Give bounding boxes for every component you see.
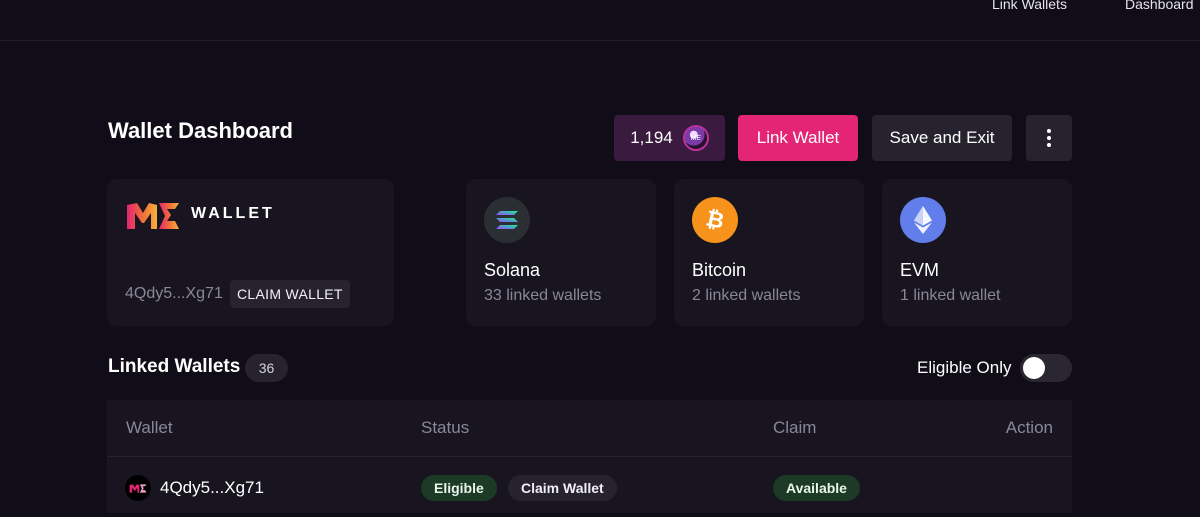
chain-card-bitcoin[interactable]: ₿ Bitcoin 2 linked wallets <box>674 179 864 326</box>
me-wallet-address: 4Qdy5...Xg71 <box>125 285 223 302</box>
me-wallet-wordmark: WALLET <box>191 205 275 222</box>
solana-icon <box>484 197 530 243</box>
chain-name: EVM <box>900 260 940 280</box>
magic-eden-wallet-icon <box>125 475 151 501</box>
svg-text:₿: ₿ <box>704 207 727 233</box>
column-header-claim[interactable]: Claim <box>773 418 816 438</box>
points-button[interactable]: 1,194 ME <box>614 115 725 161</box>
ethereum-icon <box>900 197 946 243</box>
page-title: Wallet Dashboard <box>108 118 293 143</box>
more-options-button[interactable] <box>1026 115 1072 161</box>
claim-wallet-tag[interactable]: Claim Wallet <box>508 475 617 501</box>
column-header-wallet[interactable]: Wallet <box>126 418 173 438</box>
linked-wallets-count-badge: 36 <box>245 354 288 382</box>
column-header-status[interactable]: Status <box>421 418 469 438</box>
eligible-only-label: Eligible Only <box>917 358 1012 377</box>
chain-count: 33 linked wallets <box>484 287 602 304</box>
table-row[interactable]: 4Qdy5...Xg71 Eligible Claim Wallet Avail… <box>107 457 1072 517</box>
link-wallet-button[interactable]: Link Wallet <box>738 115 858 161</box>
more-dot-icon <box>1047 143 1051 147</box>
chain-name: Bitcoin <box>692 260 747 280</box>
chain-count: 2 linked wallets <box>692 287 801 304</box>
points-value: 1,194 <box>630 128 673 147</box>
chain-name: Solana <box>484 260 541 280</box>
chain-card-solana[interactable]: Solana 33 linked wallets <box>466 179 656 326</box>
claim-badge-available: Available <box>773 475 860 501</box>
more-dot-icon <box>1047 136 1051 140</box>
nav-link-wallets[interactable]: Link Wallets <box>992 0 1067 12</box>
linked-wallets-title: Linked Wallets <box>108 356 241 377</box>
table-header: Wallet Status Claim Action <box>107 400 1072 457</box>
chain-card-evm[interactable]: EVM 1 linked wallet <box>882 179 1072 326</box>
save-and-exit-button[interactable]: Save and Exit <box>872 115 1012 161</box>
more-dot-icon <box>1047 129 1051 133</box>
row-wallet-address: 4Qdy5...Xg71 <box>160 478 264 497</box>
magic-eden-logo-icon <box>127 203 179 229</box>
claim-wallet-button[interactable]: CLAIM WALLET <box>230 280 350 308</box>
me-wallet-card: WALLET 4Qdy5...Xg71 CLAIM WALLET <box>107 179 394 326</box>
column-header-action[interactable]: Action <box>1006 418 1053 438</box>
points-coin-icon: ME <box>682 125 709 151</box>
top-nav: Link Wallets Dashboard <box>0 0 1200 41</box>
nav-dashboard[interactable]: Dashboard <box>1125 0 1194 12</box>
eligible-only-toggle[interactable] <box>1020 354 1072 382</box>
linked-wallets-table: Wallet Status Claim Action 4Qdy5...Xg71 … <box>107 400 1072 513</box>
toggle-knob <box>1023 357 1045 379</box>
chain-count: 1 linked wallet <box>900 287 1001 304</box>
status-badge-eligible: Eligible <box>421 475 497 501</box>
bitcoin-icon: ₿ <box>692 197 738 243</box>
